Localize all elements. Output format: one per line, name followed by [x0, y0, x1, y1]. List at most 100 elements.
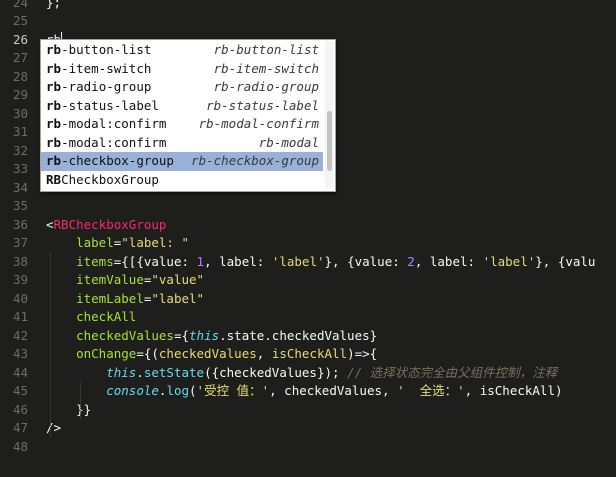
- code-token: "label": [151, 290, 205, 306]
- code-line: label="label: ": [46, 234, 189, 253]
- completion-rest: -status-label: [61, 97, 159, 113]
- code-token: 1: [196, 253, 205, 269]
- code-token: itemLabel: [76, 290, 144, 306]
- line-number: 37: [12, 235, 28, 250]
- line-number: 34: [12, 179, 28, 195]
- autocomplete-item[interactable]: RBCheckboxGroup: [41, 171, 323, 190]
- code-line: };: [46, 0, 61, 12]
- code-token: .: [136, 364, 144, 380]
- indent-guide: [50, 252, 51, 438]
- autocomplete-scrollbar[interactable]: [325, 41, 334, 188]
- code-token: ({checkedValues});: [204, 364, 348, 380]
- code-token: }, {value:: [324, 253, 408, 269]
- code-token: .state.checkedValues}: [219, 327, 378, 343]
- code-token: , checkedValues,: [269, 383, 398, 398]
- code-token: this: [189, 327, 220, 343]
- line-number: 29: [12, 87, 28, 102]
- code-token: "label: ": [121, 235, 190, 250]
- code-editor[interactable]: 24 25 26 27 28 29 30 31 32 33 34 35 36 37 38 39 40 41 42 43…: [0, 0, 616, 477]
- autocomplete-trigger: rb-radio-group: [46, 78, 151, 97]
- matched-prefix: rb: [46, 153, 62, 168]
- code-token: console: [106, 383, 159, 398]
- code-token: />: [46, 420, 62, 435]
- code-line: }}: [46, 401, 91, 420]
- matched-prefix: rb: [46, 116, 62, 131]
- code-token: this: [106, 364, 137, 380]
- autocomplete-item[interactable]: rb-modal:confirm rb-modal-confirm: [41, 115, 323, 134]
- matched-prefix: rb: [46, 97, 62, 113]
- code-token: checkAll: [76, 309, 137, 324]
- code-token: 2: [407, 253, 415, 269]
- code-line: onChange={(checkedValues, isCheckAll)=>{: [46, 345, 377, 364]
- code-token: ={: [173, 327, 190, 343]
- code-token: , label:: [204, 253, 272, 269]
- completion-rest: -modal:confirm: [61, 116, 167, 131]
- autocomplete-trigger: rb-button-list: [46, 41, 151, 60]
- code-token: RBCheckboxGroup: [53, 216, 167, 232]
- code-token: }}: [46, 401, 92, 417]
- code-token: "value": [151, 272, 205, 287]
- code-token: checkedValues: [76, 327, 174, 343]
- line-number: 24: [12, 0, 28, 10]
- autocomplete-popup[interactable]: RBCheckboxGroup rb-checkbox-group rb-check…: [40, 39, 336, 192]
- line-number: 40: [12, 290, 28, 306]
- code-token: setState: [143, 364, 205, 380]
- autocomplete-item[interactable]: rb-button-list rb-button-list: [41, 41, 323, 60]
- autocomplete-hint: rb-status-label: [206, 97, 319, 113]
- line-number: 46: [12, 401, 28, 417]
- code-token: <: [46, 216, 54, 232]
- line-number: 27: [12, 50, 28, 65]
- completion-rest: CheckboxGroup: [61, 171, 159, 187]
- autocomplete-hint: rb-button-list: [213, 42, 319, 57]
- code-token: ={(: [136, 346, 159, 361]
- line-number: 39: [12, 272, 28, 287]
- autocomplete-item[interactable]: rb-radio-group rb-radio-group: [41, 78, 323, 97]
- line-number: 30: [12, 105, 28, 121]
- code-token: itemValue: [76, 272, 144, 287]
- code-token: ={[{value:: [113, 253, 197, 269]
- autocomplete-item[interactable]: rb-status-label rb-status-label: [41, 97, 323, 116]
- autocomplete-trigger: RBCheckboxGroup: [46, 171, 159, 190]
- line-number: 35: [12, 198, 28, 213]
- autocomplete-item[interactable]: rb-modal:confirm rb-modal: [41, 134, 323, 153]
- matched-prefix: RB: [46, 171, 62, 187]
- autocomplete-item[interactable]: rb-item-switch rb-item-switch: [41, 60, 323, 79]
- line-number: 33: [12, 161, 28, 176]
- line-number: 47: [12, 420, 28, 435]
- code-line: checkAll: [46, 308, 136, 327]
- completion-rest: -item-switch: [61, 60, 152, 76]
- line-number: 41: [12, 309, 28, 324]
- autocomplete-scrollbar-thumb[interactable]: [327, 111, 332, 171]
- code-token: ,: [256, 346, 272, 361]
- line-number: 44: [12, 364, 28, 380]
- autocomplete-hint: rb-checkbox-group: [191, 153, 319, 168]
- code-token: checkedValues: [158, 346, 257, 361]
- line-number: 31: [12, 124, 28, 139]
- completion-rest: -radio-group: [61, 79, 152, 94]
- autocomplete-trigger: rb-modal:confirm: [46, 115, 166, 134]
- code-token: (: [189, 383, 197, 398]
- autocomplete-item[interactable]: rb-checkbox-group rb-checkbox-group: [41, 152, 323, 171]
- line-number: 26: [12, 31, 28, 47]
- line-number: 32: [12, 142, 28, 158]
- code-token: label: [76, 235, 114, 250]
- autocomplete-hint: rb-radio-group: [213, 79, 319, 94]
- line-number: 48: [12, 438, 28, 454]
- line-number: 28: [12, 68, 28, 84]
- code-line: />: [46, 419, 61, 438]
- code-line: checkedValues={this.state.checkedValues}: [46, 327, 377, 346]
- code-token: , label:: [414, 253, 483, 269]
- line-number: 43: [12, 346, 28, 361]
- autocomplete-trigger: rb-modal:confirm: [46, 134, 166, 153]
- code-token: // 选择状态完全由父组件控制，注释: [347, 364, 558, 380]
- matched-prefix: rb: [46, 79, 62, 94]
- code-token: 'label': [482, 253, 536, 269]
- code-token: )=>{: [347, 346, 378, 361]
- matched-prefix: rb: [46, 42, 62, 57]
- line-number-gutter: 24 25 26 27 28 29 30 31 32 33 34 35 36 37 38 39 40 41 42 43…: [0, 0, 32, 477]
- code-token: };: [46, 0, 62, 10]
- line-number: 36: [12, 216, 28, 232]
- line-number: 45: [12, 383, 28, 398]
